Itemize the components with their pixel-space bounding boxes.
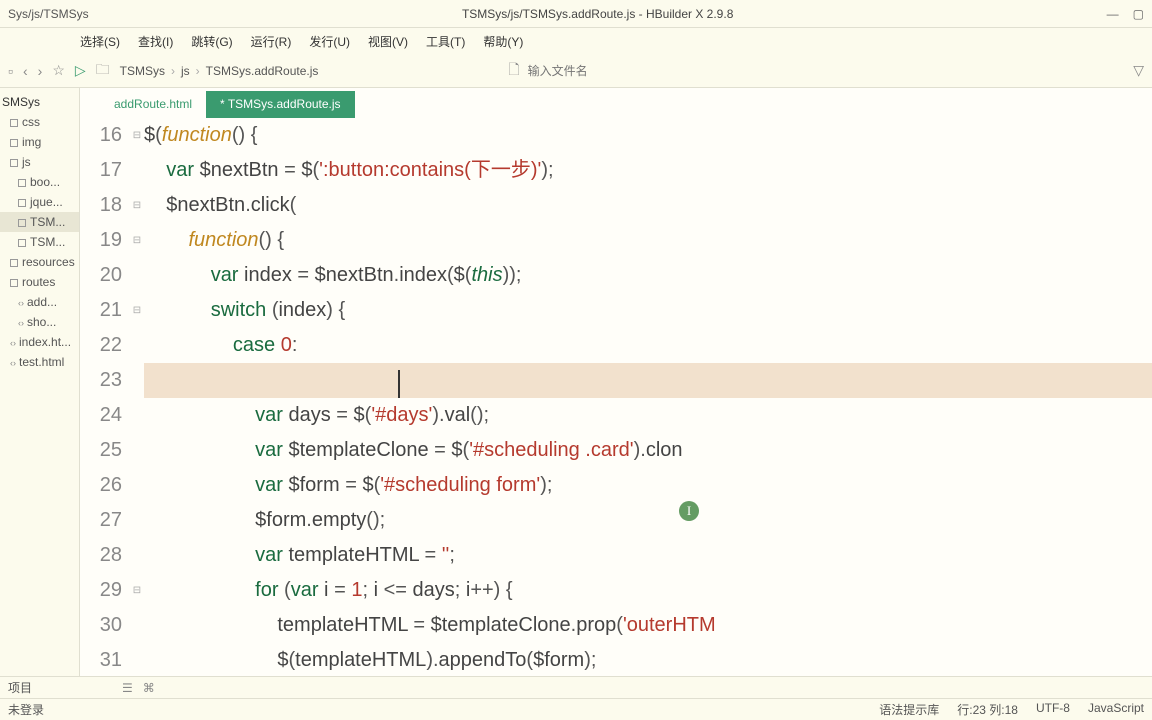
fold-toggle[interactable] [130,538,144,573]
code-line[interactable]: $nextBtn.click( [144,188,1152,223]
breadcrumb-item[interactable]: js [181,64,190,78]
window-title: TSMSys/js/TSMSys.addRoute.js - HBuilder … [89,7,1107,21]
outline-icon[interactable]: ☰ [122,681,133,695]
fold-toggle[interactable] [130,363,144,398]
search-input[interactable] [528,64,728,78]
gutter: 16171819202122232425262728293031 [80,118,130,688]
menu-item[interactable]: 选择(S) [80,33,120,50]
fold-toggle[interactable]: ⊟ [130,223,144,258]
breadcrumb: TSMSys › js › TSMSys.addRoute.js [120,64,319,78]
tabs: addRoute.html* TSMSys.addRoute.js [80,88,1152,118]
window-controls: — ▢ [1107,7,1144,21]
menu-item[interactable]: 帮助(Y) [483,33,523,50]
code-line[interactable]: var days = $('#days').val(); [144,398,1152,433]
sidebar-item[interactable]: css [0,112,79,132]
menu-item[interactable]: 视图(V) [368,33,408,50]
maximize-icon[interactable]: ▢ [1133,7,1144,21]
sidebar-file[interactable]: ‹›add... [0,292,79,312]
login-status[interactable]: 未登录 [8,701,44,718]
bottombar: 项目 ☰ ⌘ [0,676,1152,698]
tab[interactable]: addRoute.html [100,91,206,118]
sidebar-item[interactable]: img [0,132,79,152]
editor: addRoute.html* TSMSys.addRoute.js 161718… [80,88,1152,688]
language-mode[interactable]: JavaScript [1088,701,1144,718]
folder-icon[interactable]: 🗀 [96,59,110,83]
menu-item[interactable]: 工具(T) [426,33,465,50]
menu-item[interactable]: 查找(I) [138,33,173,50]
sidebar-file[interactable]: ‹›sho... [0,312,79,332]
search-icon: 🗋 [508,59,519,83]
menu-item[interactable]: 发行(U) [309,33,350,50]
nav-back-icon[interactable]: ‹ [23,63,28,79]
fold-toggle[interactable] [130,433,144,468]
sidebar-file[interactable]: TSM... [0,212,79,232]
terminal-icon[interactable]: ⌘ [143,681,155,695]
sidebar-item[interactable]: routes [0,272,79,292]
code-line[interactable]: var $form = $('#scheduling form'); [144,468,1152,503]
breadcrumb-item[interactable]: TSMSys.addRoute.js [206,64,319,78]
code-line[interactable] [144,363,1152,398]
fold-toggle[interactable] [130,468,144,503]
sidebar-root[interactable]: SMSys [0,92,79,112]
fold-toggle[interactable] [130,153,144,188]
sidebar-item[interactable]: js [0,152,79,172]
mouse-cursor-icon: I [679,501,699,521]
new-file-icon[interactable]: ▫ [8,63,13,79]
menubar: 选择(S) 查找(I) 跳转(G) 运行(R) 发行(U) 视图(V) 工具(T) 帮助(Y) [0,28,1152,54]
syntax-hints[interactable]: 语法提示库 [879,701,939,718]
sidebar: SMSys cssimgjs boo...jque...TSM...TSM...… [0,88,80,688]
code-line[interactable]: var templateHTML = ''; [144,538,1152,573]
project-label[interactable]: 项目 [8,679,32,696]
file-search[interactable]: 🗋 [508,59,727,83]
sidebar-file[interactable]: boo... [0,172,79,192]
sidebar-file[interactable]: TSM... [0,232,79,252]
encoding[interactable]: UTF-8 [1036,701,1070,718]
run-icon[interactable]: ▷ [75,62,86,79]
fold-toggle[interactable]: ⊟ [130,118,144,153]
code-line[interactable]: switch (index) { [144,293,1152,328]
fold-toggle[interactable] [130,608,144,643]
fold-toggle[interactable] [130,398,144,433]
code-line[interactable]: $(function() { [144,118,1152,153]
fold-column: ⊟⊟⊟⊟⊟ [130,118,144,688]
tab[interactable]: * TSMSys.addRoute.js [206,91,355,118]
sidebar-item[interactable]: resources [0,252,79,272]
fold-toggle[interactable]: ⊟ [130,293,144,328]
toolbar: ▫ ‹ › ☆ ▷ 🗀 TSMSys › js › TSMSys.addRout… [0,54,1152,88]
fold-toggle[interactable] [130,643,144,678]
code-line[interactable]: var $nextBtn = $(':button:contains(下一步)'… [144,153,1152,188]
breadcrumb-item[interactable]: TSMSys [120,64,165,78]
code-line[interactable]: var $templateClone = $('#scheduling .car… [144,433,1152,468]
code-line[interactable]: for (var i = 1; i <= days; i++) { [144,573,1152,608]
fold-toggle[interactable] [130,503,144,538]
statusbar: 未登录 语法提示库 行:23 列:18 UTF-8 JavaScript [0,698,1152,720]
menu-item[interactable]: 运行(R) [251,33,292,50]
titlebar-path: Sys/js/TSMSys [8,7,89,21]
code-area[interactable]: 16171819202122232425262728293031 ⊟⊟⊟⊟⊟ I… [80,118,1152,688]
sidebar-file[interactable]: ‹›test.html [0,352,79,372]
fold-toggle[interactable]: ⊟ [130,573,144,608]
code-line[interactable]: $(templateHTML).appendTo($form); [144,643,1152,678]
code-line[interactable]: templateHTML = $templateClone.prop('oute… [144,608,1152,643]
sidebar-file[interactable]: ‹›index.ht... [0,332,79,352]
text-cursor [398,370,400,398]
fold-toggle[interactable]: ⊟ [130,188,144,223]
filter-icon[interactable]: ▽ [1133,62,1144,78]
code-line[interactable]: var index = $nextBtn.index($(this)); [144,258,1152,293]
menu-item[interactable]: 跳转(G) [191,33,232,50]
cursor-position: 行:23 列:18 [957,701,1018,718]
star-icon[interactable]: ☆ [52,62,65,79]
nav-forward-icon[interactable]: › [38,63,43,79]
fold-toggle[interactable] [130,258,144,293]
code-line[interactable]: function() { [144,223,1152,258]
code-line[interactable]: $form.empty(); [144,503,1152,538]
minimize-icon[interactable]: — [1107,7,1119,21]
fold-toggle[interactable] [130,328,144,363]
sidebar-file[interactable]: jque... [0,192,79,212]
titlebar: Sys/js/TSMSys TSMSys/js/TSMSys.addRoute.… [0,0,1152,28]
code-line[interactable]: case 0: [144,328,1152,363]
code-lines[interactable]: I $(function() { var $nextBtn = $(':butt… [144,118,1152,688]
